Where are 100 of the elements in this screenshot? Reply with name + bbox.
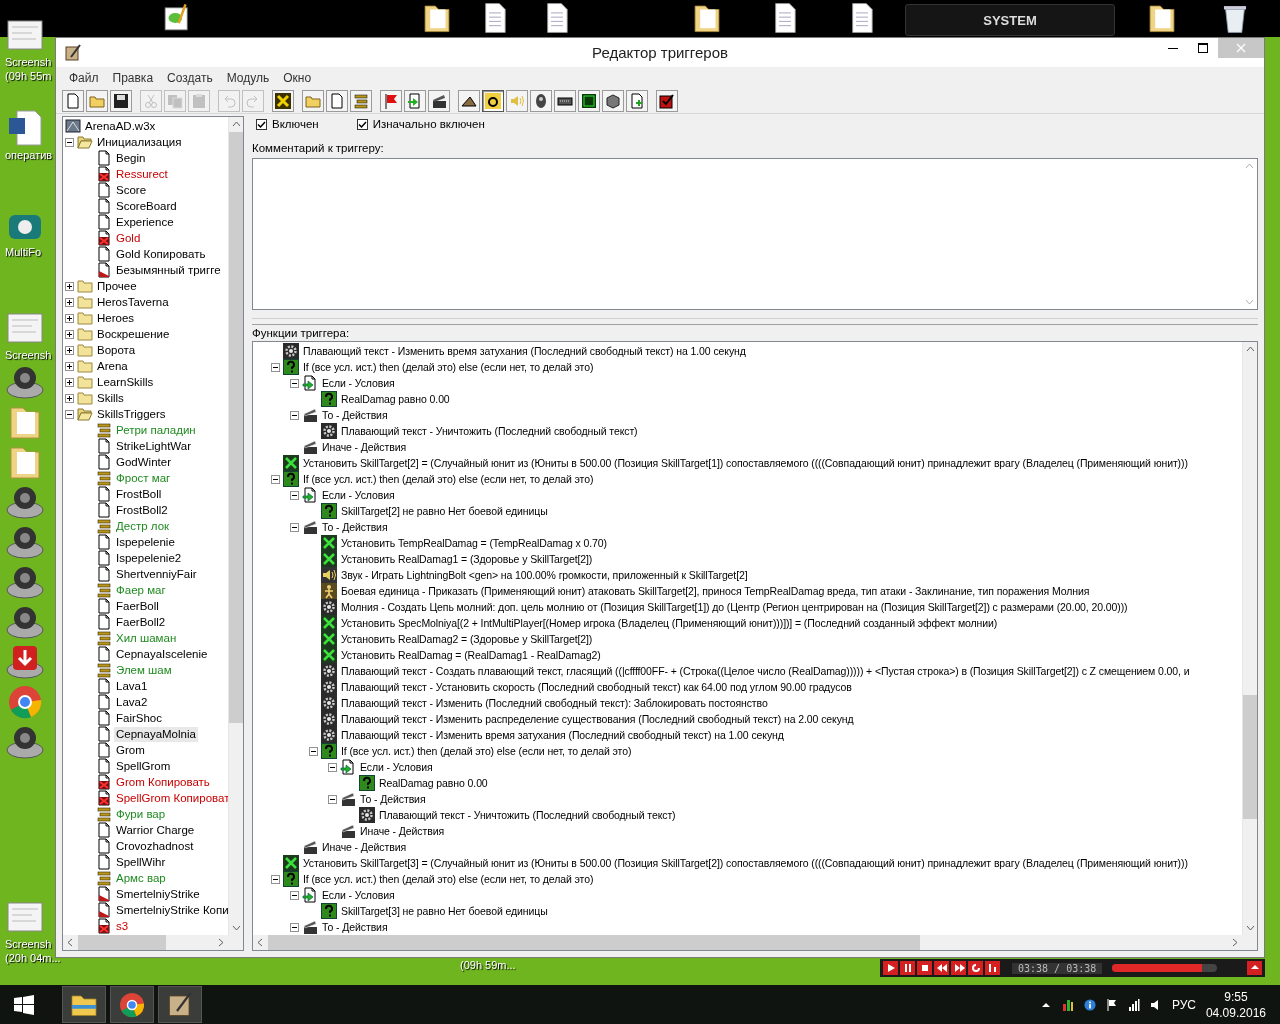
system-label[interactable]: SYSTEM [905,4,1115,36]
trigger-tree-item[interactable]: Ispepelenie2 [114,550,184,566]
expand-icon[interactable] [65,361,74,371]
language-indicator[interactable]: РУС [1171,997,1196,1012]
trigger-tree-item[interactable]: Ispepelenie [114,534,177,550]
menu-item[interactable]: Правка [105,68,161,87]
function-line[interactable]: Если - Условия [320,487,397,503]
function-line[interactable]: Боевая единица - Приказать (Применяющий юнит) атаковать SkillTarget[2], принося TempRealDamag вреда, тип атаки - Заклинание, тип поражения Молния [339,583,1092,599]
function-line[interactable]: Плавающий текст - Уничтожить (Последний свободный текст) [339,423,640,439]
expand-icon[interactable] [65,393,74,403]
taskbar-app-button[interactable] [62,986,106,1023]
trigger-tree-item[interactable]: FaerBoll2 [114,614,168,630]
scrollbar-thumb[interactable] [229,132,243,723]
trigger-tree-item[interactable]: ShertvenniyFair [114,566,199,582]
toolbar-button[interactable] [602,89,624,112]
clock-date[interactable]: 04.09.2016 [1205,1004,1266,1021]
expand-icon[interactable] [65,313,74,323]
trigger-tree-item[interactable]: Фури вар [114,806,168,822]
trigger-tree-item[interactable]: SpellGrom [114,758,173,774]
progress-track[interactable] [1112,964,1218,972]
function-line[interactable]: Плавающий текст - Создать плавающий текст, гласящий ((|cffff00FF- + (Строка((Целое число (RealDamag))))) + <Пустая строка>) в (Позиция SkillTarget[2]) с Z смещением 0.00, и [339,663,1192,679]
taskbar-app-button[interactable] [110,986,154,1023]
trigger-tree-item[interactable]: Crovozhadnost [114,838,196,854]
function-line[interactable]: Если - Условия [358,759,435,775]
taskbar-app-button[interactable] [158,986,202,1023]
expand-icon[interactable] [65,377,74,387]
function-line[interactable]: Плавающий текст - Уничтожить (Последний свободный текст) [377,807,678,823]
trigger-tree-item[interactable]: SmertelniyStrike [114,886,202,902]
function-line[interactable]: Молния - Создать Цепь молний: доп. цель молнию от (Позиция SkillTarget[1]) до (Центр (Регион центрирован на (Позиция SkillTarget[2]) с размерами (20.00, 20.00))) [339,599,1130,615]
trigger-tree-item[interactable]: Дестр лок [114,518,172,534]
trigger-tree-item[interactable]: Фаер маг [114,582,168,598]
vertical-scrollbar[interactable] [228,117,243,935]
trigger-tree-item[interactable]: SkillsTriggers [95,406,168,422]
trigger-tree-item[interactable]: Ressurect [114,166,170,182]
info-icon[interactable] [1083,997,1096,1012]
scrollbar-thumb[interactable] [268,935,921,950]
media-control-button[interactable] [900,961,915,975]
function-line[interactable]: Плавающий текст - Установить скорость (Последний свободный текст) как 64.00 под углом 90.00 градусов [339,679,854,695]
menu-item[interactable]: Окно [276,68,319,87]
media-control-button[interactable] [883,961,898,975]
function-line[interactable]: Установить TempRealDamag = (TempRealDamag x 0.70) [339,535,609,551]
menu-item[interactable]: Создать [160,68,220,87]
menu-item[interactable]: Файл [62,68,106,87]
trigger-tree-item[interactable]: Gold [114,230,143,246]
expand-icon[interactable] [65,329,74,339]
function-line[interactable]: If (все усл. ист.) then (делай это) else (если нет, то делай это) [301,871,596,887]
trigger-tree-item[interactable]: s3 [114,918,131,934]
trigger-tree-item[interactable]: ArenaAD.w3x [83,118,158,134]
scrollbar-thumb[interactable] [78,935,166,950]
trigger-tree-item[interactable]: StrikeLightWar [114,438,193,454]
collapse-icon[interactable] [290,490,299,500]
collapse-icon[interactable] [271,474,280,484]
function-line[interactable]: SkillTarget[2] не равно Нет боевой единицы [339,503,550,519]
function-line[interactable]: То - Действия [320,519,390,535]
vertical-scrollbar[interactable] [1242,342,1257,935]
function-line[interactable]: То - Действия [320,919,390,935]
expand-icon[interactable] [65,281,74,291]
horizontal-scrollbar[interactable] [253,935,1242,950]
eject-button[interactable] [1247,961,1262,975]
trigger-tree-item[interactable]: CepnayaMolnia [114,726,198,742]
checkbox[interactable] [356,118,368,130]
trigger-tree-item[interactable]: Lava1 [114,678,150,694]
trigger-tree-item[interactable]: SmertelniyStrike Копи [114,902,228,918]
trigger-tree-item[interactable]: ScoreBoard [114,198,179,214]
trigger-tree-item[interactable]: SpellWihr [114,854,168,870]
trigger-tree-item[interactable]: Grom [114,742,147,758]
function-line[interactable]: Установить RealDamag2 = (Здоровье у SkillTarget[2]) [339,631,595,647]
trigger-tree-item[interactable]: CepnayaIscelenie [114,646,210,662]
trigger-tree-item[interactable]: Безымянный тригге [114,262,223,278]
bar-chart-icon[interactable] [1061,997,1074,1012]
expand-icon[interactable] [65,345,74,355]
media-control-button[interactable] [934,961,949,975]
collapse-icon[interactable] [290,522,299,532]
function-line[interactable]: Установить SkillTarget[2] = (Случайный юнит из (Юниты в 500.00 (Позиция SkillTarget[1]) сопоставляемого ((((Совпадающий юнит) принадлежит врагу (Владелец (Применяющий юнит))) [301,455,1190,471]
signal-icon[interactable] [1127,997,1140,1012]
collapse-icon[interactable] [65,409,74,419]
function-line[interactable]: Если - Условия [320,887,397,903]
trigger-tree-item[interactable]: Инициализация [95,134,184,150]
expand-icon[interactable] [65,297,74,307]
function-line[interactable]: Иначе - Действия [320,439,408,455]
horizontal-scrollbar[interactable] [63,935,228,950]
function-line[interactable]: Плавающий текст - Изменить распределение существования (Последний свободный текст) на 2.00 секунд [339,711,856,727]
clock-time[interactable]: 9:55 [1224,988,1248,1005]
media-control-button[interactable] [951,961,966,975]
trigger-tree-item[interactable]: Фрост маг [114,470,173,486]
trigger-tree-item[interactable]: Gold Копировать [114,246,208,262]
toolbar-button[interactable] [458,89,480,112]
trigger-tree-item[interactable]: FrostBoll2 [114,502,170,518]
collapse-icon[interactable] [328,762,337,772]
trigger-tree-item[interactable]: Score [114,182,149,198]
scrollbar-thumb[interactable] [1243,694,1257,819]
trigger-tree-item[interactable]: Ворота [95,342,138,358]
trigger-tree-item[interactable]: Warrior Charge [114,822,197,838]
collapse-icon[interactable] [271,874,280,884]
function-line[interactable]: SkillTarget[3] не равно Нет боевой единицы [339,903,550,919]
collapse-icon[interactable] [290,378,299,388]
collapse-icon[interactable] [271,362,280,372]
function-line[interactable]: RealDamag равно 0.00 [377,775,490,791]
trigger-tree-item[interactable]: Воскрешение [95,326,172,342]
trigger-tree-item[interactable]: FaerBoll [114,598,161,614]
